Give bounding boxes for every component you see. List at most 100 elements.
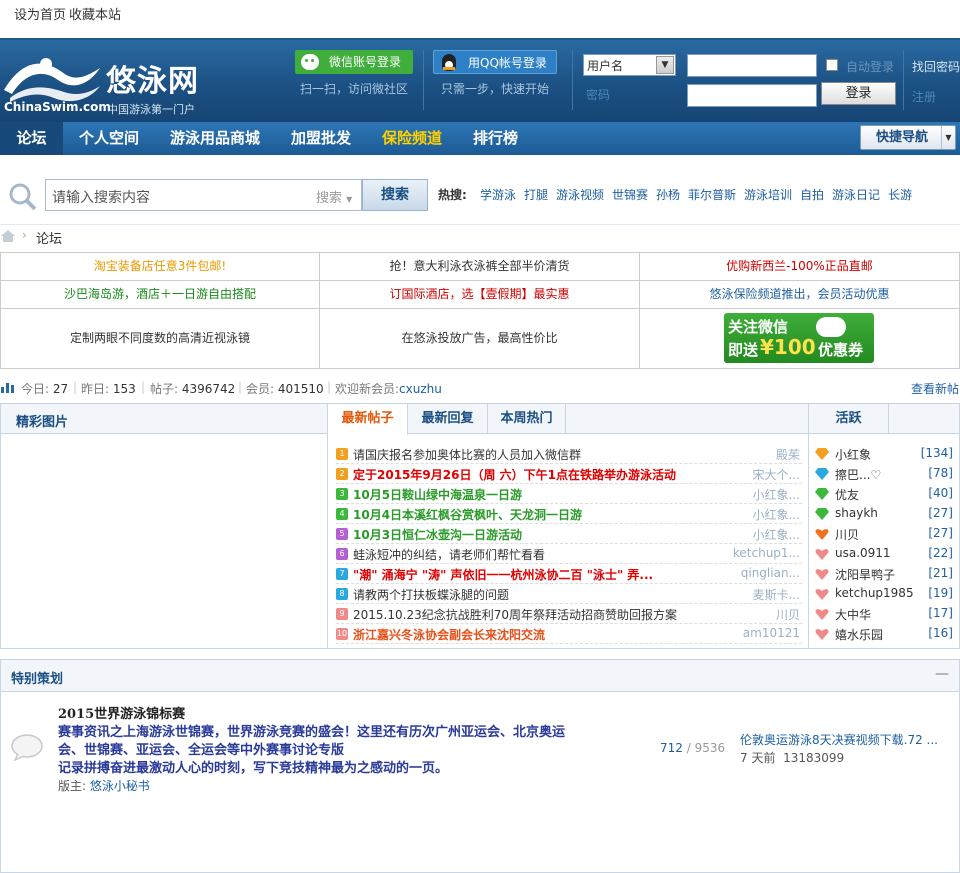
ad-link[interactable]: 定制两眼不同度数的高清近视泳镜 (0, 309, 320, 369)
active-user-row[interactable]: 川贝 [27] (815, 524, 955, 544)
auto-login-checkbox[interactable] (826, 59, 838, 71)
nav-item-ranking[interactable]: 排行榜 (473, 122, 518, 155)
tab-weekly-hot[interactable]: 本周热门 (488, 404, 566, 434)
password-input[interactable] (687, 84, 817, 107)
hot-search-link[interactable]: 菲尔普斯 (688, 186, 736, 203)
post-title[interactable]: 请国庆报名参加奥体比赛的人员加入微信群 (353, 446, 703, 463)
post-author[interactable]: 小红象... (753, 486, 800, 503)
register-link[interactable]: 注册 (912, 88, 936, 105)
search-input[interactable]: 请输入搜索内容 (45, 179, 313, 211)
post-row[interactable]: 8 请教两个打扶板蝶泳腿的问题 麦斯卡... (336, 584, 802, 604)
new-member-link[interactable]: cxuzhu (399, 382, 442, 396)
post-title[interactable]: 10月4日本溪红枫谷赏枫叶、天龙洞一日游 (353, 506, 703, 523)
username-input[interactable] (687, 54, 817, 77)
post-author[interactable]: 宋大个... (753, 466, 800, 483)
wechat-promo-banner[interactable]: 关注微信 即送 ¥100 优惠券 (724, 313, 874, 363)
nav-item-forum[interactable]: 论坛 (0, 122, 63, 155)
breadcrumb-current[interactable]: 论坛 (36, 228, 62, 247)
ad-link[interactable]: 在悠泳投放广告，最高性价比 (320, 309, 640, 369)
hot-search-link[interactable]: 世锦赛 (612, 186, 648, 203)
post-title[interactable]: "潮" 涌海宁 "涛" 声依旧一一杭州泳协二百 "泳士" 弄... (353, 566, 703, 583)
set-home-link[interactable]: 设为首页 (14, 4, 66, 23)
post-title[interactable]: 蛙泳短冲的纠结，请老师们帮忙看看 (353, 546, 703, 563)
active-user-name[interactable]: 小红象 (835, 446, 871, 463)
login-button[interactable]: 登录 (821, 82, 896, 105)
active-user-name[interactable]: 大中华 (835, 606, 871, 623)
post-author[interactable]: ketchup1... (733, 546, 800, 560)
active-user-name[interactable]: 沈阳旱鸭子 (835, 566, 895, 583)
active-user-name[interactable]: 擦巴...♡ (835, 466, 881, 483)
active-user-row[interactable]: 擦巴...♡ [78] (815, 464, 955, 484)
hot-search-link[interactable]: 游泳日记 (832, 186, 880, 203)
nav-item-personal-space[interactable]: 个人空间 (79, 122, 139, 155)
hot-search-link[interactable]: 长游 (888, 186, 912, 203)
active-user-name[interactable]: 嬉水乐园 (835, 626, 883, 643)
hot-search-link[interactable]: 打腿 (524, 186, 548, 203)
active-user-row[interactable]: 大中华 [17] (815, 604, 955, 624)
home-icon[interactable] (0, 229, 16, 243)
post-row[interactable]: 7 "潮" 涌海宁 "涛" 声依旧一一杭州泳协二百 "泳士" 弄... qingli… (336, 564, 802, 584)
ad-link[interactable]: 淘宝装备店任意3件包邮! (0, 253, 320, 281)
hot-search-link[interactable]: 游泳培训 (744, 186, 792, 203)
hot-search-link[interactable]: 自拍 (800, 186, 824, 203)
active-user-row[interactable]: 小红象 [134] (815, 444, 955, 464)
post-row[interactable]: 5 10月3日恒仁冰壶沟一日游活动 小红象... (336, 524, 802, 544)
active-user-name[interactable]: ketchup1985 (835, 586, 914, 600)
search-button[interactable]: 搜索 (362, 179, 428, 211)
nav-item-franchise[interactable]: 加盟批发 (291, 122, 351, 155)
moderator-link[interactable]: 悠泳小秘书 (90, 779, 150, 793)
ad-link[interactable]: 优购新西兰-100%正品直邮 (640, 253, 960, 281)
post-author[interactable]: am10121 (743, 626, 800, 640)
tab-latest-replies[interactable]: 最新回复 (408, 404, 488, 434)
ad-link[interactable]: 抢！意大利泳衣泳裤全部半价清货 (320, 253, 640, 281)
active-user-row[interactable]: 嬉水乐园 [16] (815, 624, 955, 644)
post-title[interactable]: 10月5日鞍山绿中海温泉一日游 (353, 486, 703, 503)
post-author[interactable]: 殿茱 (776, 446, 800, 463)
post-row[interactable]: 2 定于2015年9月26日（周 六）下午1点在铁路举办游泳活动 宋大个... (336, 464, 802, 484)
active-user-name[interactable]: 川贝 (835, 526, 859, 543)
tab-latest-posts[interactable]: 最新帖子 (328, 404, 408, 435)
hot-search-link[interactable]: 孙杨 (656, 186, 680, 203)
active-user-name[interactable]: usa.0911 (835, 546, 891, 560)
active-user-name[interactable]: shaykh (835, 506, 878, 520)
quick-nav-dropdown[interactable]: 快捷导航 ▼ (860, 125, 956, 150)
ad-link[interactable]: 订国际酒店，选【壹假期】最实惠 (320, 281, 640, 309)
active-user-row[interactable]: ketchup1985 [19] (815, 584, 955, 604)
post-title[interactable]: 定于2015年9月26日（周 六）下午1点在铁路举办游泳活动 (353, 466, 703, 483)
post-row[interactable]: 4 10月4日本溪红枫谷赏枫叶、天龙洞一日游 小红象... (336, 504, 802, 524)
active-user-row[interactable]: 沈阳旱鸭子 [21] (815, 564, 955, 584)
post-title[interactable]: 2015.10.23纪念抗战胜利70周年祭拜活动招商赞助回报方案 (353, 606, 703, 623)
active-user-row[interactable]: 优友 [40] (815, 484, 955, 504)
username-type-select[interactable]: 用户名 ▼ (583, 54, 676, 76)
post-title[interactable]: 请教两个打扶板蝶泳腿的问题 (353, 586, 703, 603)
forum-name[interactable]: 2015世界游泳锦标赛 (58, 703, 185, 722)
ad-link[interactable]: 沙巴海岛游，酒店＋一日游自由搭配 (0, 281, 320, 309)
site-logo[interactable]: 悠泳网 ChinaSwim.com 中国游泳第一门户 (2, 48, 217, 116)
post-row[interactable]: 3 10月5日鞍山绿中海温泉一日游 小红象... (336, 484, 802, 504)
ad-link[interactable]: 悠泳保险频道推出，会员活动优惠 (640, 281, 960, 309)
tab-active[interactable]: 活跃 (809, 404, 889, 434)
active-user-name[interactable]: 优友 (835, 486, 859, 503)
post-author[interactable]: 小红象... (753, 506, 800, 523)
search-type-select[interactable]: 搜索 ▼ (312, 179, 362, 211)
post-row[interactable]: 6 蛙泳短冲的纠结，请老师们帮忙看看 ketchup1... (336, 544, 802, 564)
active-user-row[interactable]: usa.0911 [22] (815, 544, 955, 564)
active-user-row[interactable]: shaykh [27] (815, 504, 955, 524)
find-password-link[interactable]: 找回密码 (912, 58, 960, 75)
nav-item-shop[interactable]: 游泳用品商城 (170, 122, 260, 155)
post-row[interactable]: 1 请国庆报名参加奥体比赛的人员加入微信群 殿茱 (336, 444, 802, 464)
last-post-link[interactable]: 伦敦奥运游泳8天决赛视频下载.72 ... (740, 731, 938, 748)
bookmark-link[interactable]: 收藏本站 (69, 4, 121, 23)
post-row[interactable]: 9 2015.10.23纪念抗战胜利70周年祭拜活动招商赞助回报方案 川贝 (336, 604, 802, 624)
view-new-posts-link[interactable]: 查看新帖 (911, 380, 959, 397)
post-title[interactable]: 浙江嘉兴冬泳协会副会长来沈阳交流 (353, 626, 703, 643)
post-row[interactable]: 10 浙江嘉兴冬泳协会副会长来沈阳交流 am10121 (336, 624, 802, 644)
nav-item-insurance[interactable]: 保险频道 (382, 122, 442, 155)
wechat-login-button[interactable]: 微信账号登录 (295, 50, 413, 74)
post-author[interactable]: 川贝 (776, 606, 800, 623)
hot-search-link[interactable]: 学游泳 (480, 186, 516, 203)
post-title[interactable]: 10月3日恒仁冰壶沟一日游活动 (353, 526, 703, 543)
qq-login-button[interactable]: 用QQ帐号登录 (433, 50, 557, 74)
post-author[interactable]: 小红象... (753, 526, 800, 543)
post-author[interactable]: qinglian... (741, 566, 800, 580)
